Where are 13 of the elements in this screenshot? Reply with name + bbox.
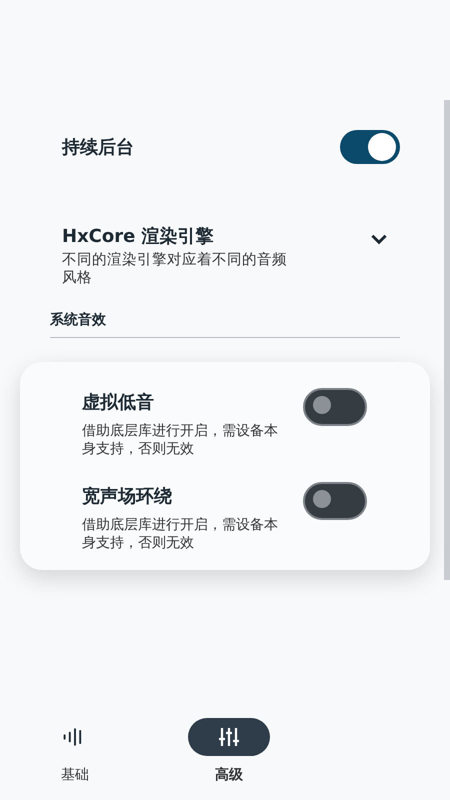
toggle-switch[interactable] — [340, 130, 400, 164]
setting-title: HxCore 渲染引擎 — [62, 225, 215, 248]
setting-title: 持续后台 — [62, 136, 134, 159]
setting-title: 虚拟低音 — [82, 391, 155, 414]
setting-description: 借助底层库进行开启，需设备本身支持，否则无效 — [82, 516, 278, 552]
setting-description: 不同的渲染引擎对应着不同的音频风格 — [62, 251, 288, 287]
toggle-switch[interactable] — [303, 482, 367, 520]
toggle-switch[interactable] — [303, 388, 367, 426]
sliders-icon — [216, 725, 242, 749]
nav-tab[interactable]: 基础 — [30, 718, 120, 784]
section-title: 系统音效 — [50, 312, 106, 328]
setting-title: 宽声场环绕 — [82, 485, 173, 508]
setting-description: 借助底层库进行开启，需设备本身支持，否则无效 — [82, 422, 278, 458]
